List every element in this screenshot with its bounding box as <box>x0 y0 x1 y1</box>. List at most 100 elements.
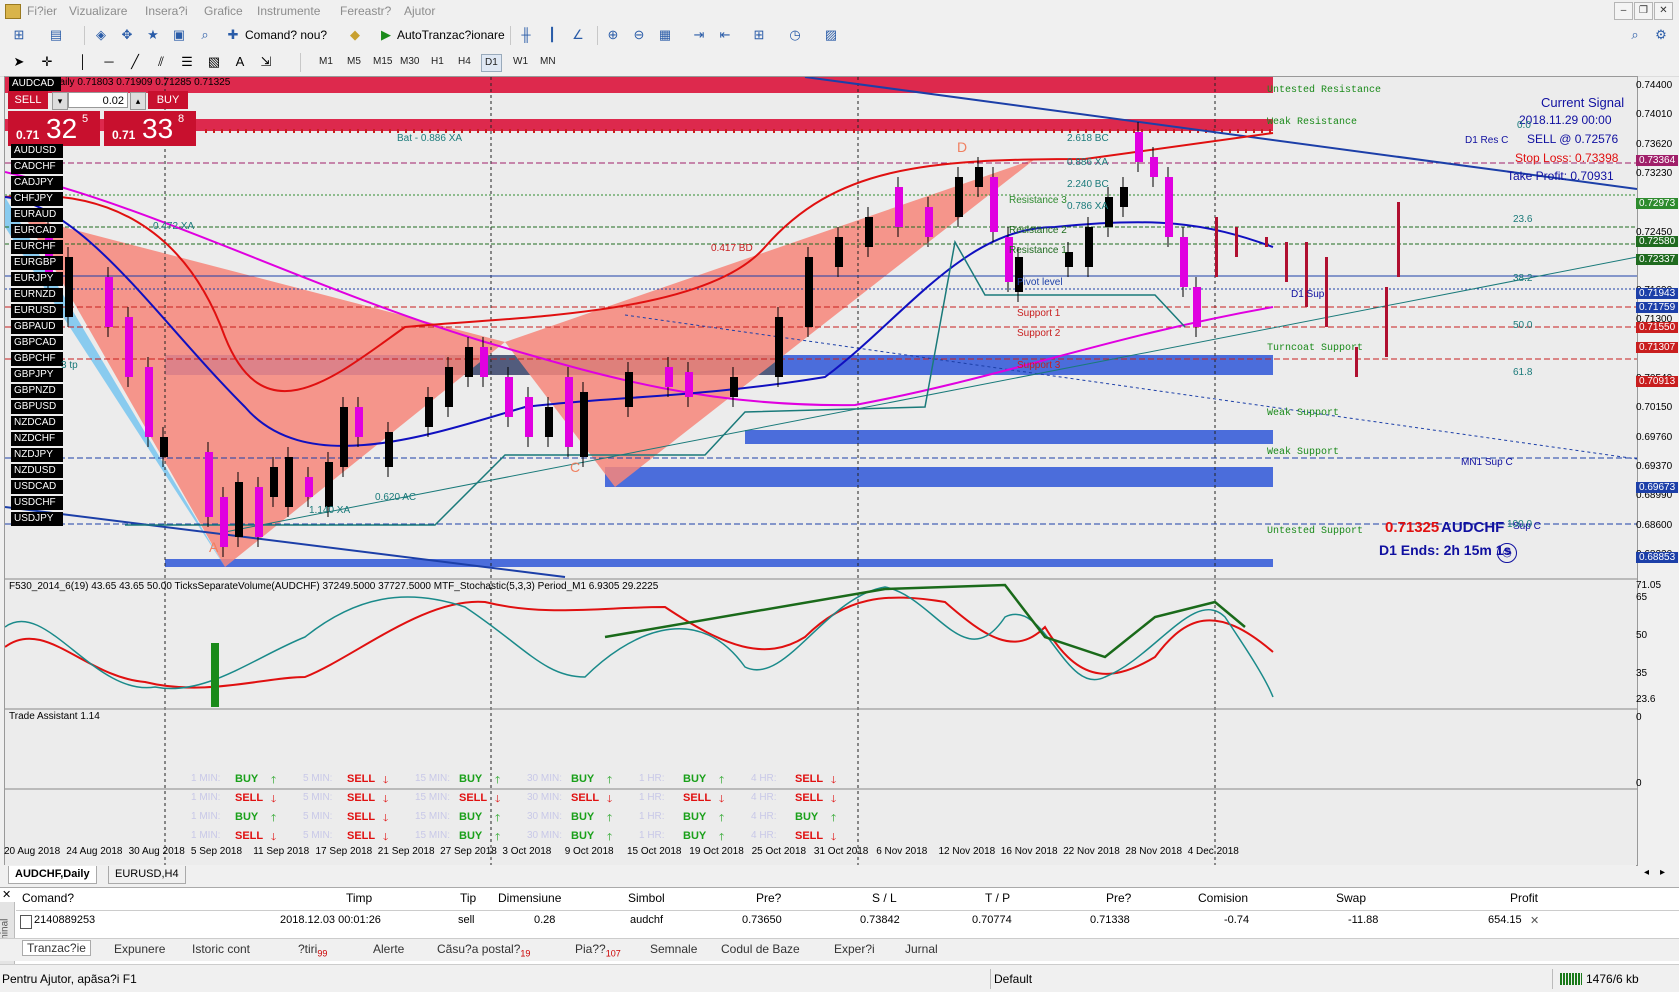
terminal-tab[interactable]: Expunere <box>114 942 165 956</box>
timeframe-mn[interactable]: MN <box>537 54 559 70</box>
terminal-tab[interactable]: Tranzac?ie <box>22 940 91 956</box>
timeframe-h1[interactable]: H1 <box>428 54 447 70</box>
timeframe-d1[interactable]: D1 <box>481 54 502 72</box>
order-row[interactable]: 2140889253 2018.12.03 00:01:26 sell 0.28… <box>16 910 1679 932</box>
terminal-tab[interactable]: Exper?i <box>834 942 875 956</box>
symbol-item[interactable]: NZDCHF <box>11 432 63 446</box>
profiles-icon[interactable]: ▤ <box>47 27 65 43</box>
minimize-icon[interactable]: – <box>1614 2 1633 20</box>
symbol-item[interactable]: GBPUSD <box>11 400 63 414</box>
cursor-icon[interactable]: ➤ <box>10 54 28 70</box>
buy-price-box[interactable]: 0.71 33 8 <box>104 111 196 146</box>
candlestick-icon[interactable]: ┃ <box>543 27 561 43</box>
col-swap[interactable]: Swap <box>1336 891 1366 905</box>
symbol-item[interactable]: NZDUSD <box>11 464 63 478</box>
periods-icon[interactable]: ◷ <box>786 27 804 43</box>
symbol-item[interactable]: EURJPY <box>11 272 63 286</box>
col-order[interactable]: Comand? <box>22 891 74 905</box>
lot-decrease-icon[interactable]: ▾ <box>52 92 68 110</box>
timeframe-m15[interactable]: M15 <box>370 54 395 70</box>
metaeditor-icon[interactable]: ◆ <box>346 27 364 43</box>
menu-window[interactable]: Fereastr? <box>340 4 391 18</box>
menu-help[interactable]: Ajutor <box>404 4 435 18</box>
tab-audchf-daily[interactable]: AUDCHF,Daily <box>8 866 97 884</box>
arrows-icon[interactable]: ⇲ <box>257 54 275 70</box>
symbol-item[interactable]: CADJPY <box>11 176 63 190</box>
autoscroll-icon[interactable]: ⇥ <box>690 27 708 43</box>
menu-insert[interactable]: Insera?i <box>145 4 188 18</box>
terminal-tab[interactable]: Codul de Baze <box>721 942 800 956</box>
scroll-left-icon[interactable]: ◂ <box>1644 867 1649 878</box>
symbol-item[interactable]: GBPNZD <box>11 384 63 398</box>
scroll-right-icon[interactable]: ▸ <box>1660 867 1665 878</box>
terminal-tab[interactable]: Cãsu?a postal?19 <box>437 942 530 958</box>
channel-icon[interactable]: ⫽ <box>152 54 170 70</box>
trendline-icon[interactable]: ╱ <box>126 54 144 70</box>
symbol-item[interactable]: GBPAUD <box>11 320 63 334</box>
symbol-item[interactable]: EURCHF <box>11 240 63 254</box>
symbol-item[interactable]: EURCAD <box>11 224 63 238</box>
col-profit[interactable]: Profit <box>1510 891 1538 905</box>
terminal-tab[interactable]: Alerte <box>373 942 404 956</box>
symbol-item[interactable]: EURAUD <box>11 208 63 222</box>
col-price[interactable]: Pre? <box>756 891 781 905</box>
timeframe-w1[interactable]: W1 <box>510 54 531 70</box>
indicators-icon[interactable]: ⊞ <box>750 27 768 43</box>
terminal-tab[interactable]: Istoric cont <box>192 942 250 956</box>
symbol-item[interactable]: AUDUSD <box>11 144 63 158</box>
symbol-item[interactable]: CHFJPY <box>11 192 63 206</box>
zoom-out-icon[interactable]: ⊖ <box>630 27 648 43</box>
settings-icon[interactable]: ⚙ <box>1652 27 1670 43</box>
timeframe-m30[interactable]: M30 <box>397 54 422 70</box>
terminal-close-icon[interactable]: ✕ <box>2 888 11 901</box>
new-order-icon[interactable]: ✚ <box>224 27 242 43</box>
menu-file[interactable]: Fi?ier <box>27 4 57 18</box>
symbol-item[interactable]: USDJPY <box>11 512 63 526</box>
chart-shift-icon[interactable]: ⇤ <box>716 27 734 43</box>
text-icon[interactable]: A <box>231 54 249 70</box>
symbol-item[interactable]: EURUSD <box>11 304 63 318</box>
chart-window[interactable]: AUDCHF,Daily 0.71803 0.71909 0.71285 0.7… <box>4 76 1638 866</box>
crosshair-icon[interactable]: ✛ <box>38 54 56 70</box>
menu-charts[interactable]: Grafice <box>204 4 243 18</box>
timeframe-h4[interactable]: H4 <box>455 54 474 70</box>
close-order-icon[interactable]: ✕ <box>1530 914 1539 927</box>
autotrading-button[interactable]: AutoTranzac?ionare <box>397 28 505 42</box>
terminal-icon[interactable]: ▣ <box>170 27 188 43</box>
buy-button[interactable]: BUY <box>148 91 188 109</box>
fibonacci-icon[interactable]: ☰ <box>178 54 196 70</box>
lot-size-input[interactable]: 0.02 <box>68 92 128 108</box>
gann-icon[interactable]: ▧ <box>205 54 223 70</box>
symbol-item[interactable]: GBPJPY <box>11 368 63 382</box>
tester-icon[interactable]: ⌕ <box>196 27 214 43</box>
symbol-item[interactable]: USDCHF <box>11 496 63 510</box>
restore-icon[interactable]: ❐ <box>1634 2 1653 20</box>
symbol-item[interactable]: GBPCAD <box>11 336 63 350</box>
col-size[interactable]: Dimensiune <box>498 891 561 905</box>
navigator-icon[interactable]: ★ <box>144 27 162 43</box>
horizontal-line-icon[interactable]: ─ <box>100 54 118 70</box>
timeframe-m5[interactable]: M5 <box>344 54 364 70</box>
col-time[interactable]: Timp <box>346 891 372 905</box>
tab-eurusd-h4[interactable]: EURUSD,H4 <box>108 866 186 884</box>
terminal-tab[interactable]: Jurnal <box>905 942 938 956</box>
terminal-tab[interactable]: Pia??107 <box>575 942 621 958</box>
new-chart-icon[interactable]: ⊞ <box>10 27 28 43</box>
zoom-in-icon[interactable]: ⊕ <box>604 27 622 43</box>
symbol-item[interactable]: GBPCHF <box>11 352 63 366</box>
terminal-tab[interactable]: Semnale <box>650 942 697 956</box>
search-icon[interactable]: ⌕ <box>1626 27 1644 43</box>
terminal-tab[interactable]: ?tiri99 <box>298 942 327 958</box>
tile-windows-icon[interactable]: ▦ <box>656 27 674 43</box>
autotrading-icon[interactable]: ▶ <box>377 27 395 43</box>
data-window-icon[interactable]: ✥ <box>118 27 136 43</box>
market-watch-icon[interactable]: ◈ <box>92 27 110 43</box>
lot-increase-icon[interactable]: ▴ <box>130 92 146 110</box>
new-order-button[interactable]: Comand? nou? <box>245 28 327 42</box>
line-chart-icon[interactable]: ∠ <box>569 27 587 43</box>
symbol-item[interactable]: NZDCAD <box>11 416 63 430</box>
col-symbol[interactable]: Simbol <box>628 891 665 905</box>
col-sl[interactable]: S / L <box>872 891 897 905</box>
templates-icon[interactable]: ▨ <box>822 27 840 43</box>
col-commission[interactable]: Comision <box>1198 891 1248 905</box>
